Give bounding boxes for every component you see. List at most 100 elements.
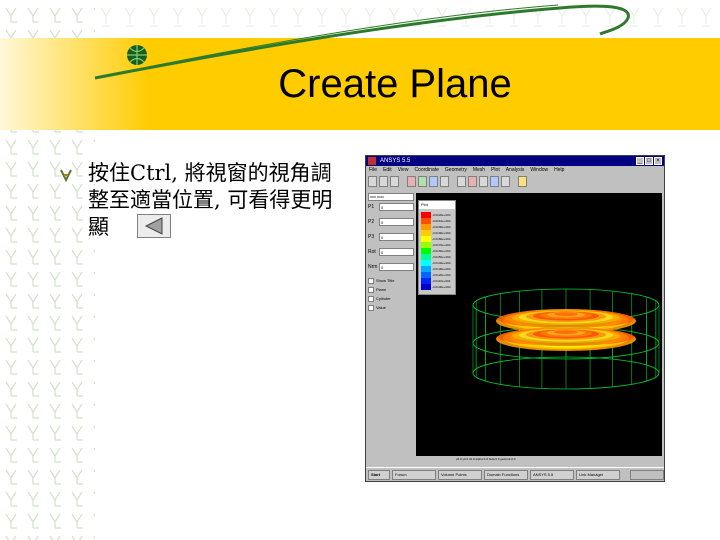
pattern-mark: [49, 535, 61, 540]
settings-icon[interactable]: [501, 176, 510, 187]
menu-item-geometry[interactable]: Geometry: [445, 166, 467, 175]
back-button[interactable]: [137, 213, 171, 238]
taskbar-item[interactable]: Link Manager: [576, 469, 620, 480]
pattern-mark: [5, 271, 17, 287]
app-screenshot-window: ANSYS 5.5 _ □ × File Edit View Coordinate Ge…: [365, 155, 665, 482]
pan-icon[interactable]: [429, 176, 438, 187]
pattern-mark: [49, 337, 61, 353]
taskbar: Start Forum Volume Points Domain Functions A…: [366, 467, 664, 481]
checkbox-row[interactable]: Plane: [368, 285, 414, 294]
open-file-icon[interactable]: [379, 176, 388, 187]
mesh-icon[interactable]: [490, 176, 499, 187]
pattern-mark: [27, 183, 39, 199]
param-field[interactable]: 0: [379, 232, 414, 241]
start-button[interactable]: Start: [368, 469, 390, 480]
pattern-mark: [27, 381, 39, 397]
pattern-mark: [71, 535, 83, 540]
pattern-mark: [27, 491, 39, 507]
pattern-mark: [71, 513, 83, 529]
pattern-mark: [49, 293, 61, 309]
pattern-mark: [71, 315, 83, 331]
pattern-mark: [27, 205, 39, 221]
pattern-mark: [49, 315, 61, 331]
pattern-mark: [71, 359, 83, 375]
menu-item-help[interactable]: Help: [554, 166, 564, 175]
window-titlebar: ANSYS 5.5 _ □ ×: [366, 156, 664, 166]
pattern-mark: [93, 359, 95, 363]
page-title: Create Plane: [278, 62, 512, 106]
menu-item-view[interactable]: View: [398, 166, 409, 175]
menu-item-mesh[interactable]: Mesh: [473, 166, 485, 175]
pattern-mark: [93, 293, 95, 297]
rotate-icon[interactable]: [418, 176, 427, 187]
pattern-mark: [5, 513, 17, 529]
pattern-mark: [27, 425, 39, 441]
menu-item-file[interactable]: File: [369, 166, 377, 175]
pattern-mark: [71, 271, 83, 287]
pattern-mark: [71, 293, 83, 309]
pattern-mark: [27, 403, 39, 419]
checkbox-row[interactable]: Cylinder: [368, 294, 414, 303]
pattern-mark: [71, 205, 83, 221]
menu-item-analysis[interactable]: Analysis: [506, 166, 525, 175]
minimize-icon[interactable]: _: [636, 157, 644, 165]
param-row: P1 0: [368, 201, 414, 212]
taskbar-item[interactable]: ANSYS 5.5: [530, 469, 574, 480]
pattern-mark: [5, 469, 17, 485]
3d-viewport[interactable]: Plot -0.0220e+004 -0.0210e+004 -0.0200e+00…: [416, 193, 662, 463]
fit-icon[interactable]: [440, 176, 449, 187]
pattern-mark: [5, 315, 17, 331]
taskbar-item[interactable]: Volume Points: [438, 469, 482, 480]
taskbar-item[interactable]: Forum: [392, 469, 436, 480]
panel-header: xxx ooo: [368, 193, 414, 201]
plot-icon[interactable]: [468, 176, 477, 187]
pattern-mark: [5, 403, 17, 419]
checkbox-label: Cylinder: [376, 296, 391, 301]
zoom-icon[interactable]: [407, 176, 416, 187]
menubar: File Edit View Coordinate Geometry Mesh Plot An…: [366, 166, 664, 175]
param-field[interactable]: 0: [379, 262, 414, 271]
select-icon[interactable]: [457, 176, 466, 187]
param-field[interactable]: 0: [379, 247, 414, 256]
pattern-mark: [49, 359, 61, 375]
checkbox-label: Show Title: [376, 278, 395, 283]
pattern-mark: [49, 381, 61, 397]
pattern-mark: [71, 469, 83, 485]
menu-item-plot[interactable]: Plot: [491, 166, 500, 175]
pattern-mark: [27, 447, 39, 463]
pattern-mark: [27, 161, 39, 177]
plane-contour: [554, 330, 578, 334]
checkbox[interactable]: [368, 304, 374, 311]
menu-item-coordinate[interactable]: Coordinate: [414, 166, 438, 175]
checkbox[interactable]: [368, 286, 374, 293]
grid-icon[interactable]: [479, 176, 488, 187]
maximize-icon[interactable]: □: [645, 157, 653, 165]
pattern-mark: [5, 227, 17, 243]
legend-title: Plot: [419, 201, 455, 209]
pattern-mark: [71, 249, 83, 265]
close-icon[interactable]: ×: [654, 157, 662, 165]
checkbox-row[interactable]: Show Title: [368, 276, 414, 285]
pattern-mark: [93, 535, 95, 539]
save-icon[interactable]: [390, 176, 399, 187]
pattern-mark: [49, 469, 61, 485]
plane-contour: [554, 312, 578, 316]
help-icon[interactable]: [518, 176, 527, 187]
system-tray: [630, 469, 664, 480]
pattern-mark: [71, 139, 83, 155]
checkbox[interactable]: [368, 295, 374, 302]
param-field[interactable]: 0: [379, 202, 414, 211]
pattern-mark: [5, 535, 17, 540]
param-field[interactable]: 0: [379, 217, 414, 226]
menu-item-window[interactable]: Window: [530, 166, 548, 175]
menu-item-edit[interactable]: Edit: [383, 166, 392, 175]
pattern-mark: [93, 403, 95, 407]
new-file-icon[interactable]: [368, 176, 377, 187]
back-triangle-icon: [144, 216, 163, 235]
checkbox[interactable]: [368, 277, 374, 284]
pattern-mark: [49, 205, 61, 221]
pattern-mark: [93, 381, 95, 385]
taskbar-item[interactable]: Domain Functions: [484, 469, 528, 480]
param-row: P3 0: [368, 231, 414, 242]
checkbox-row[interactable]: Value: [368, 303, 414, 312]
